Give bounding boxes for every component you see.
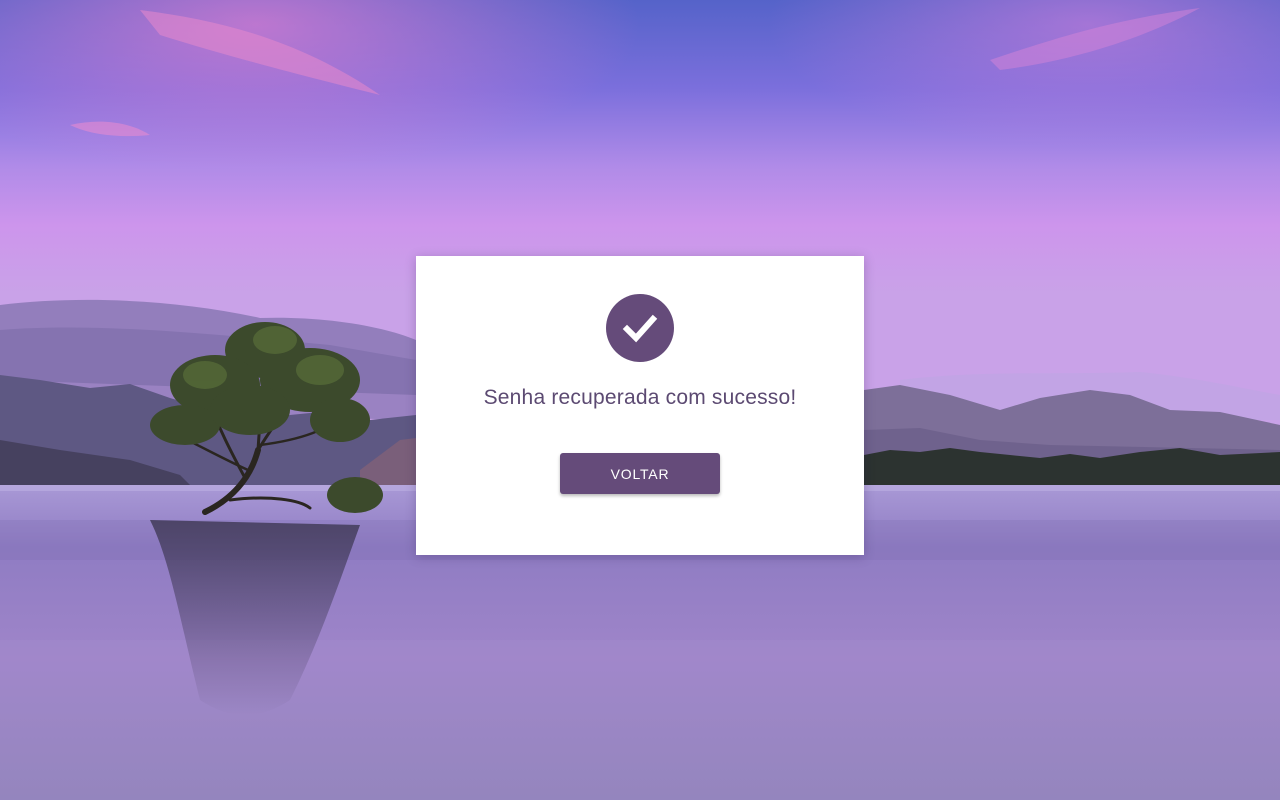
checkmark-icon — [622, 314, 658, 343]
success-message: Senha recuperada com sucesso! — [483, 386, 797, 409]
back-button[interactable]: VOLTAR — [560, 453, 720, 494]
check-circle-icon — [606, 294, 674, 362]
recovery-success-screen: Senha recuperada com sucesso! VOLTAR — [0, 0, 1280, 800]
success-dialog: Senha recuperada com sucesso! VOLTAR — [416, 256, 864, 555]
